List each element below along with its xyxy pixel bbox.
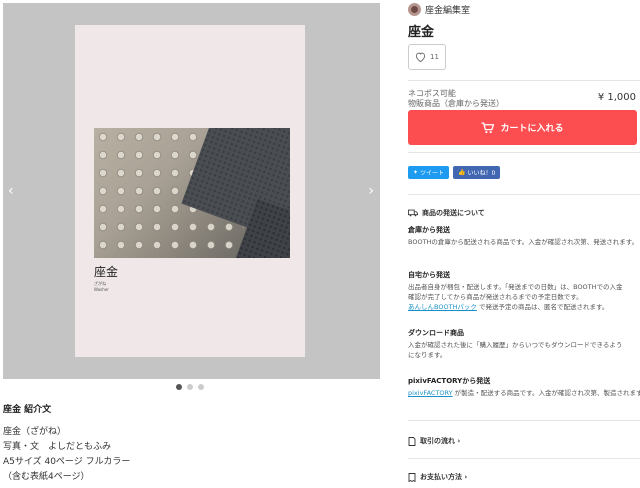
download-text: 入金が確認された後に「購入履歴」からいつでもダウンロードできるよう — [408, 341, 623, 349]
indicator-dot-3[interactable] — [198, 384, 204, 390]
shipping-origin: 物販商品（倉庫から発送） — [408, 99, 504, 108]
transaction-flow-link[interactable]: 取引の流れ › — [408, 436, 460, 446]
factory-text: pixivFACTORY が製造・配送する商品です。入金が確認され次第、製造され… — [408, 388, 640, 398]
facebook-like-button[interactable]: 👍 いいね！0 — [453, 166, 501, 179]
divider — [408, 458, 640, 459]
factory-shipping-info: pixivFACTORYから発送 pixivFACTORY が製造・配送する商品… — [408, 376, 640, 398]
product-image-gallery[interactable]: 座金 ざがね Washer ‹ › — [3, 3, 380, 379]
heart-icon — [415, 52, 426, 62]
download-info: ダウンロード商品 入金が確認された後に「購入履歴」からいつでもダウンロードできる… — [408, 328, 640, 360]
pixiv-factory-link[interactable]: pixivFACTORY — [408, 389, 453, 397]
self-shipping-text: 出品者自身が梱包・配送します。「発送までの日数」は、BOOTHでの入金 — [408, 283, 623, 291]
description-heading: 座金 紹介文 — [3, 405, 52, 415]
price: ¥ 1,000 — [597, 92, 636, 103]
truck-icon — [408, 209, 418, 217]
payment-method-label: お支払い方法 › — [420, 473, 468, 481]
next-image-arrow-icon[interactable]: › — [368, 183, 374, 199]
previous-image-arrow-icon[interactable]: ‹ — [8, 183, 14, 199]
cart-icon — [482, 121, 495, 133]
cover-title: 座金 — [94, 265, 119, 279]
self-shipping-text: 確認が完了してから商品が発送されるまでの予定日数です。 — [408, 293, 583, 301]
indicator-dot-2[interactable] — [187, 384, 193, 390]
self-shipping-heading: 自宅から発送 — [408, 271, 450, 279]
payment-method-link[interactable]: お支払い方法 › — [408, 472, 467, 482]
factory-heading: pixivFACTORYから発送 — [408, 377, 491, 385]
anshin-booth-pack-link[interactable]: あんしんBOOTHパック — [408, 303, 477, 311]
self-shipping-suffix: で発送予定の商品は、匿名で配送されます。 — [476, 303, 609, 311]
description-line: （含む表紙4ページ） — [3, 472, 90, 482]
facebook-like-label: いいね！0 — [467, 170, 496, 177]
item-title: 座金 — [408, 25, 435, 40]
factory-text-suffix: が製造・配送する商品です。入金が確認され次第、製造されます。 — [452, 389, 640, 397]
thumbs-up-icon: 👍 — [458, 169, 466, 176]
tweet-label: ツイート — [420, 170, 445, 177]
self-shipping-text: あんしんBOOTHパック で発送予定の商品は、匿名で配送されます。 — [408, 302, 640, 312]
product-page: 座金 ざがね Washer ‹ › 座金 紹介文 座金（ざがね） 写真・文 よし… — [0, 0, 640, 488]
book-cover-image: 座金 ざがね Washer — [75, 25, 305, 357]
divider — [408, 194, 640, 195]
divider — [408, 152, 640, 153]
gallery-page-indicator — [176, 384, 204, 390]
add-to-cart-label: カートに入れる — [500, 124, 564, 134]
shop-name[interactable]: 座金編集室 — [425, 3, 470, 16]
like-button[interactable]: 11 — [408, 44, 446, 70]
description-line: A5サイズ 40ページ フルカラー — [3, 457, 131, 467]
social-buttons: ✦ ツイート 👍 いいね！0 — [408, 166, 501, 179]
cover-subtitle-english: Washer — [94, 287, 109, 292]
divider — [408, 80, 640, 81]
divider — [408, 420, 640, 421]
shop-link[interactable]: 座金編集室 — [408, 3, 470, 16]
download-text: になります。 — [408, 351, 447, 359]
product-description: 座金 紹介文 座金（ざがね） 写真・文 よしだともふみ A5サイズ 40ページ … — [3, 402, 373, 485]
add-to-cart-button[interactable]: カートに入れる — [408, 110, 637, 145]
twitter-bird-icon: ✦ — [413, 169, 419, 176]
purchase-panel: 座金編集室 座金 11 ネコポス可能 物販商品（倉庫から発送） ¥ 1,000 … — [408, 0, 640, 488]
receipt-icon — [408, 472, 416, 482]
warehouse-heading: 倉庫から発送 — [408, 226, 450, 234]
document-icon — [408, 436, 416, 446]
shop-avatar — [408, 3, 421, 16]
shipping-info-title-text: 商品の発送について — [422, 209, 485, 217]
download-heading: ダウンロード商品 — [408, 329, 464, 337]
tweet-button[interactable]: ✦ ツイート — [408, 166, 450, 179]
description-line: 座金（ざがね） — [3, 427, 67, 437]
cover-photo — [94, 128, 290, 258]
transaction-flow-label: 取引の流れ › — [420, 437, 461, 445]
description-line: 写真・文 よしだともふみ — [3, 442, 112, 452]
indicator-dot-1[interactable] — [176, 384, 182, 390]
self-shipping-info: 自宅から発送 出品者自身が梱包・配送します。「発送までの日数」は、BOOTHでの… — [408, 270, 640, 312]
shipping-info-title: 商品の発送について — [408, 208, 485, 218]
like-count: 11 — [430, 53, 439, 61]
warehouse-shipping-info: 倉庫から発送 BOOTHの倉庫から配送される商品です。入金が確認され次第、発送さ… — [408, 225, 640, 247]
warehouse-text: BOOTHの倉庫から配送される商品です。入金が確認され次第、発送されます。 — [408, 238, 639, 246]
